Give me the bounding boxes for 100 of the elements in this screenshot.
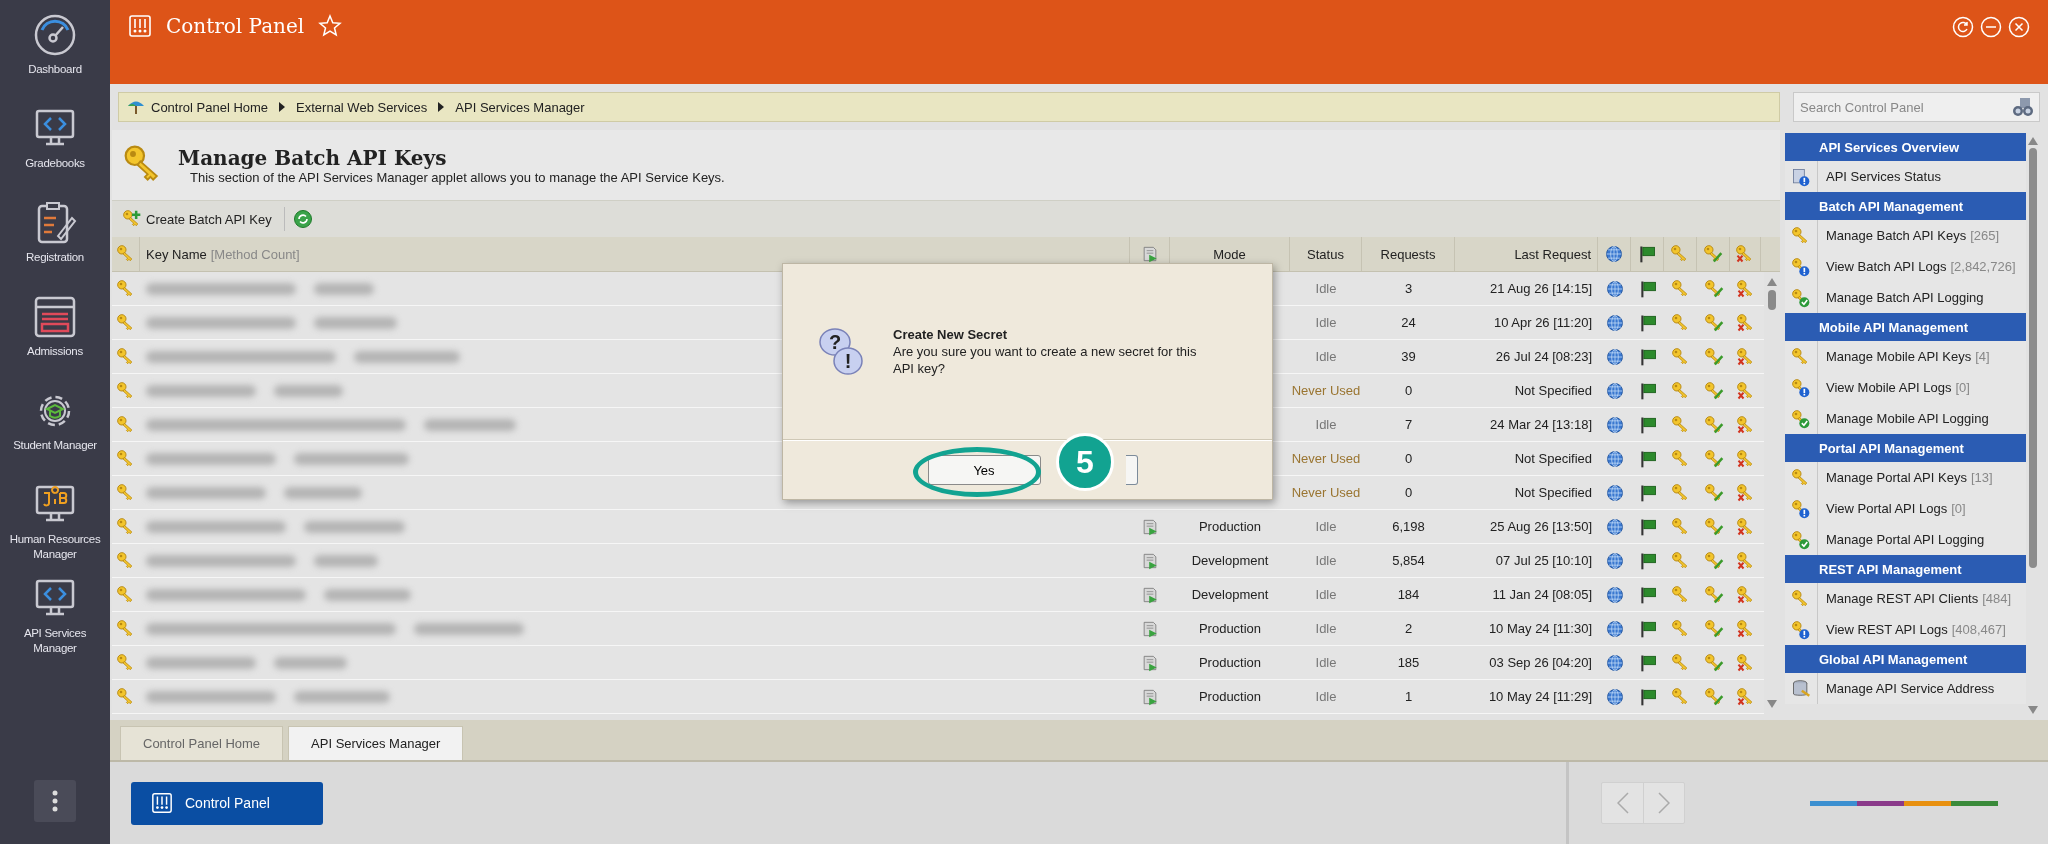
panel-item[interactable]: View REST API Logs [408,467] xyxy=(1785,614,2026,645)
tab[interactable]: Control Panel Home xyxy=(120,726,284,760)
section-header: API Services Overview xyxy=(1785,133,2026,161)
chevron-right-icon xyxy=(1658,792,1670,814)
panel-item[interactable]: View Batch API Logs [2,842,726] xyxy=(1785,251,2026,282)
column-header[interactable]: Requests xyxy=(1362,237,1455,271)
breadcrumb-link[interactable]: External Web Services xyxy=(296,99,428,115)
key-edit-icon xyxy=(1703,652,1724,673)
sidebar-item[interactable]: Student Manager xyxy=(0,388,110,482)
key-edit-icon xyxy=(1703,550,1724,571)
scrollbar-thumb[interactable] xyxy=(1768,290,1776,310)
scroll-down-icon[interactable] xyxy=(1767,700,1777,708)
sidebar-item[interactable]: API Services Manager xyxy=(0,576,110,670)
table-cell-text: 5,854 xyxy=(1391,552,1426,570)
create-key-button[interactable]: Create Batch API Key xyxy=(118,207,276,231)
key-edit-icon xyxy=(1703,414,1724,435)
panel-item[interactable]: API Services Status xyxy=(1785,161,2026,192)
page-title: Manage Batch API Keys xyxy=(178,145,448,170)
globe-icon xyxy=(1604,652,1625,673)
table-cell-text: Never Used xyxy=(1290,382,1362,400)
table-cell-text: 21 Aug 26 [14:15] xyxy=(1489,280,1593,298)
breadcrumb-link[interactable]: API Services Manager xyxy=(455,99,585,115)
table-cell-text: 10 Apr 26 [11:20] xyxy=(1492,314,1593,332)
recycle-icon[interactable] xyxy=(292,209,313,229)
key-add-icon xyxy=(122,209,142,229)
table-cell-text: Development xyxy=(1190,552,1270,570)
panel-item[interactable]: View Mobile API Logs [0] xyxy=(1785,372,2026,403)
sidebar-item[interactable]: Admissions xyxy=(0,294,110,388)
section-header: Global API Management xyxy=(1785,645,2026,673)
table-cell-text: Idle xyxy=(1314,688,1338,706)
scroll-up-icon[interactable] xyxy=(1767,278,1777,286)
sidebar-item[interactable]: Gradebooks xyxy=(0,106,110,200)
star-icon[interactable] xyxy=(318,14,343,38)
key-edit-icon xyxy=(1703,278,1724,299)
scroll-down-icon[interactable] xyxy=(2028,706,2038,714)
key-info-icon xyxy=(1791,256,1811,277)
panel-item[interactable]: View Portal API Logs [0] xyxy=(1785,493,2026,524)
key-edit-icon xyxy=(1703,618,1724,639)
panel-item[interactable]: Manage Portal API Logging xyxy=(1785,524,2026,555)
scrollbar-thumb[interactable] xyxy=(2029,148,2037,568)
dialog-button[interactable] xyxy=(1125,455,1138,485)
sidebar-label: Student Manager xyxy=(13,438,97,453)
sidebar-label: Admissions xyxy=(27,344,83,359)
blurred-key-name xyxy=(274,384,343,397)
table-cell-text: 10 May 24 [11:30] xyxy=(1487,620,1593,638)
globe-icon xyxy=(1604,482,1625,503)
panel-item[interactable]: Manage API Service Address xyxy=(1785,673,2026,704)
browser-window-icon xyxy=(32,294,78,340)
sidebar-item[interactable]: Human Resources Manager xyxy=(0,482,110,576)
table-cell-text: Idle xyxy=(1314,518,1338,536)
table-cell-text: 07 Jul 25 [10:10] xyxy=(1494,552,1593,570)
sliders-icon xyxy=(151,792,173,814)
table-cell-text: Not Specified xyxy=(1513,382,1593,400)
panel-item[interactable]: Manage Batch API Keys [265] xyxy=(1785,220,2026,251)
refresh-icon[interactable] xyxy=(1952,16,1974,38)
table-cell-text: 2 xyxy=(1403,620,1414,638)
key-check-icon xyxy=(1791,408,1811,429)
table-cell-text: 11 Jan 24 [08:05] xyxy=(1491,586,1593,604)
key-edit-icon xyxy=(1703,516,1724,537)
table-cell-text: Idle xyxy=(1314,280,1338,298)
breadcrumb-link[interactable]: Control Panel Home xyxy=(151,99,269,115)
more-button[interactable] xyxy=(34,780,76,822)
sidebar-label: Dashboard xyxy=(28,62,82,77)
key-edit-icon xyxy=(1703,686,1724,707)
globe-icon xyxy=(1604,312,1625,333)
table-cell-text: 185 xyxy=(1396,654,1421,672)
chevron-left-icon xyxy=(1616,792,1629,814)
table-cell-text: 24 Mar 24 [13:18] xyxy=(1489,416,1593,434)
table-cell-text: Development xyxy=(1190,586,1270,604)
key-info-icon xyxy=(1791,498,1811,519)
minimize-icon[interactable] xyxy=(1980,16,2002,38)
section-header: Portal API Management xyxy=(1785,434,2026,462)
yes-button[interactable]: Yes xyxy=(927,455,1041,485)
globe-icon xyxy=(1604,244,1624,264)
sidebar-item[interactable]: Registration xyxy=(0,200,110,294)
table-cell-text: Production xyxy=(1197,620,1263,638)
search-field[interactable]: Search Control Panel xyxy=(1793,92,2040,122)
breadcrumb-separator-icon xyxy=(437,102,446,112)
sidebar-item[interactable]: Dashboard xyxy=(0,12,110,106)
taskbar-button[interactable]: Control Panel xyxy=(131,781,323,825)
tab[interactable]: API Services Manager xyxy=(288,726,464,760)
table-cell-text: 0 xyxy=(1403,450,1414,468)
table-cell-text: Not Specified xyxy=(1513,484,1593,502)
key-edit-icon xyxy=(1703,346,1724,367)
panel-item[interactable]: Manage Mobile API Keys [4] xyxy=(1785,341,2026,372)
key-edit-icon xyxy=(1703,244,1723,264)
scroll-up-icon[interactable] xyxy=(2028,137,2038,145)
sidebar-label: Human Resources Manager xyxy=(8,532,102,562)
panel-item[interactable]: Manage Mobile API Logging xyxy=(1785,403,2026,434)
panel-item[interactable]: Manage Batch API Logging xyxy=(1785,282,2026,313)
key-edit-icon xyxy=(1703,584,1724,605)
globe-icon xyxy=(1604,550,1625,571)
section-header: Batch API Management xyxy=(1785,192,2026,220)
column-header[interactable]: Last Request xyxy=(1455,237,1598,271)
binoculars-icon[interactable] xyxy=(2012,97,2034,117)
table-cell-text: Idle xyxy=(1314,416,1338,434)
close-icon[interactable] xyxy=(2008,16,2030,38)
panel-item[interactable]: Manage REST API Clients [484] xyxy=(1785,583,2026,614)
panel-item[interactable]: Manage Portal API Keys [13] xyxy=(1785,462,2026,493)
column-header[interactable]: Status xyxy=(1290,237,1362,271)
